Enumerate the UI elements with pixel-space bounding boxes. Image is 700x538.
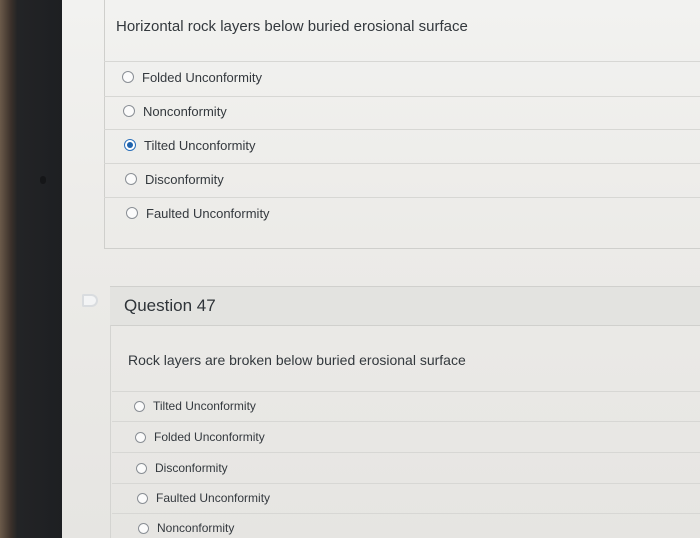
separator (104, 129, 700, 130)
option-label: Folded Unconformity (142, 69, 262, 85)
q47-option-nonconformity[interactable]: Nonconformity (138, 518, 234, 538)
separator (112, 421, 700, 422)
q46-option-nonconformity[interactable]: Nonconformity (123, 101, 227, 121)
separator (104, 61, 700, 62)
q46-option-folded-unconformity[interactable]: Folded Unconformity (122, 67, 262, 87)
separator (112, 452, 700, 453)
question-title: Question 47 (124, 296, 216, 315)
q47-option-tilted-unconformity[interactable]: Tilted Unconformity (134, 396, 256, 416)
radio-button[interactable] (137, 492, 148, 504)
option-label: Nonconformity (143, 103, 227, 119)
option-label: Disconformity (145, 171, 224, 187)
radio-button[interactable] (135, 431, 146, 443)
option-label: Tilted Unconformity (153, 399, 256, 413)
question-47-prompt: Rock layers are broken below buried eros… (128, 352, 466, 368)
separator (104, 197, 700, 198)
separator (104, 163, 700, 164)
radio-button[interactable] (138, 522, 149, 534)
separator (112, 483, 700, 484)
option-label: Faulted Unconformity (146, 205, 270, 221)
question-46-prompt: Horizontal rock layers below buried eros… (116, 18, 468, 35)
radio-button[interactable] (123, 105, 135, 117)
q46-option-tilted-unconformity[interactable]: Tilted Unconformity (124, 135, 256, 155)
option-label: Folded Unconformity (154, 430, 265, 444)
q47-option-disconformity[interactable]: Disconformity (136, 458, 228, 478)
separator (112, 513, 700, 514)
radio-button[interactable] (126, 207, 138, 219)
q46-option-disconformity[interactable]: Disconformity (125, 169, 224, 189)
q46-option-faulted-unconformity[interactable]: Faulted Unconformity (126, 203, 270, 223)
q47-option-faulted-unconformity[interactable]: Faulted Unconformity (137, 488, 270, 508)
q47-option-folded-unconformity[interactable]: Folded Unconformity (135, 427, 265, 447)
option-label: Disconformity (155, 461, 228, 475)
radio-button-selected[interactable] (124, 139, 136, 151)
separator (104, 96, 700, 97)
flag-question-icon[interactable] (82, 294, 98, 307)
laptop-bezel (0, 0, 62, 538)
radio-button[interactable] (122, 71, 134, 83)
option-label: Tilted Unconformity (144, 137, 256, 153)
option-label: Nonconformity (157, 521, 235, 535)
option-label: Faulted Unconformity (156, 491, 271, 505)
radio-button[interactable] (134, 400, 145, 412)
radio-button[interactable] (136, 462, 147, 474)
radio-button[interactable] (125, 173, 137, 185)
separator (112, 391, 700, 392)
